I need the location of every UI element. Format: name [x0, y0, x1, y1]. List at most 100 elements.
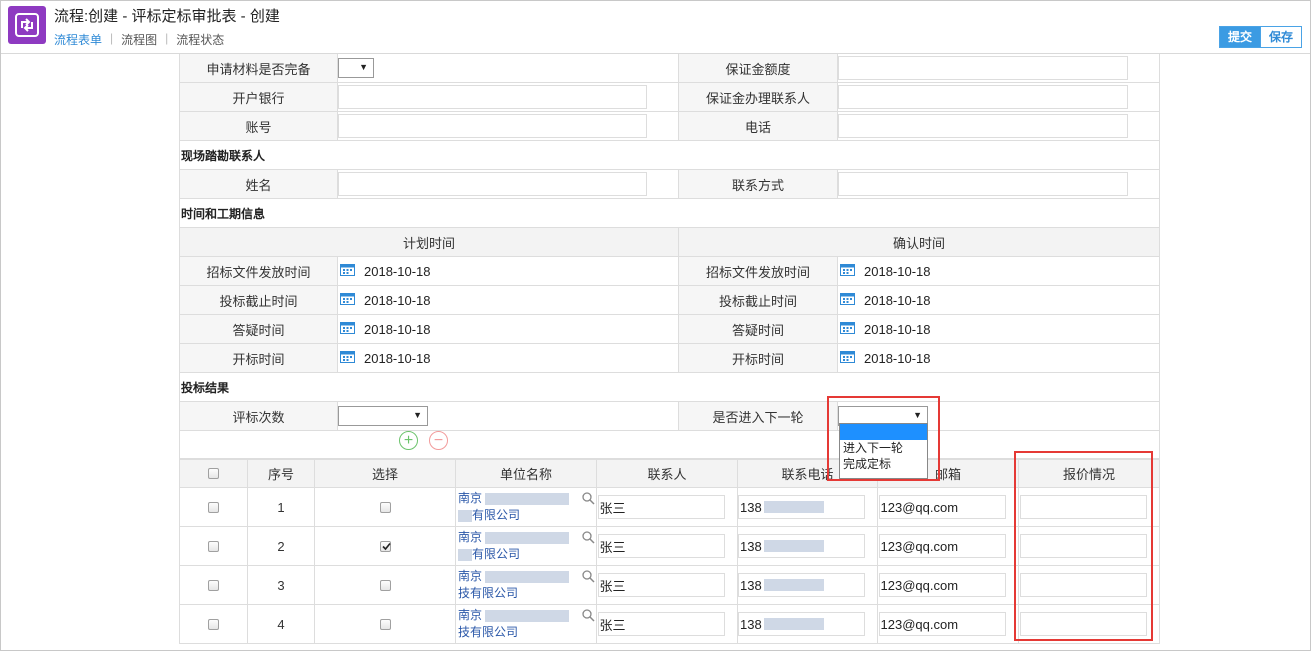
schedule-header-row: 计划时间 确认时间: [179, 228, 1160, 257]
schedule-row: 答疑时间 2018-10-18 答疑时间 2018-10-18: [179, 315, 1160, 344]
materials-label: 申请材料是否完备: [180, 54, 338, 82]
calendar-icon[interactable]: [338, 321, 364, 337]
column-header-unit: 单位名称: [499, 467, 552, 482]
unit-name-field[interactable]: 南京 技有限公司: [456, 566, 596, 604]
calendar-icon[interactable]: [338, 350, 364, 366]
table-row-cell: 138: [738, 605, 878, 644]
name-input[interactable]: [338, 172, 647, 196]
row-checkbox[interactable]: [208, 540, 219, 552]
confirmed-date-field[interactable]: 2018-10-18: [838, 257, 1159, 285]
table-row-cell: 南京 技有限公司: [456, 605, 597, 644]
planned-date-field[interactable]: 2018-10-18: [338, 286, 679, 314]
row-checkbox[interactable]: [208, 579, 219, 591]
materials-select[interactable]: ▼: [338, 58, 374, 78]
confirmed-date-field[interactable]: 2018-10-18: [838, 315, 1159, 343]
unit-name-field[interactable]: 南京 有限公司: [456, 527, 596, 565]
table-row-cell: 123@qq.com: [878, 488, 1019, 527]
deposit-amount-label: 保证金额度: [679, 54, 838, 82]
planned-date-field[interactable]: 2018-10-18: [338, 257, 679, 285]
grid-header-cell: [179, 459, 248, 488]
schedule-row: 开标时间 2018-10-18 开标时间 2018-10-18: [179, 344, 1160, 373]
contact-input[interactable]: 张三: [597, 495, 725, 519]
select-all-checkbox[interactable]: [208, 468, 219, 479]
email-input[interactable]: 123@qq.com: [878, 534, 1006, 558]
search-icon[interactable]: [582, 492, 595, 505]
email-input[interactable]: 123@qq.com: [878, 573, 1006, 597]
planned-time-header: 计划时间: [180, 228, 679, 256]
schedule-label: 投标截止时间: [679, 286, 838, 314]
rounds-select[interactable]: ▼: [338, 406, 428, 426]
column-header-no: 序号: [267, 467, 294, 482]
page-title: 流程:创建 - 评标定标审批表 - 创建: [54, 8, 280, 25]
table-row-cell: 138: [738, 566, 878, 605]
flow-tabs: 流程表单 | 流程图 | 流程状态: [54, 31, 225, 48]
unit-name-field[interactable]: 南京 技有限公司: [456, 605, 596, 643]
contact-input[interactable]: 张三: [597, 534, 725, 558]
section-site-contact: 现场踏勘联系人: [179, 141, 1160, 170]
form-row-account: 账号 电话: [179, 112, 1160, 141]
contact-input[interactable]: 张三: [597, 573, 725, 597]
calendar-icon[interactable]: [838, 292, 864, 308]
choose-checkbox[interactable]: [379, 501, 391, 513]
choose-checkbox[interactable]: [379, 579, 391, 591]
table-row-cell: [179, 527, 248, 566]
phone-label: 电话: [679, 112, 838, 140]
phone-input[interactable]: [838, 114, 1128, 138]
email-input[interactable]: 123@qq.com: [878, 495, 1006, 519]
search-icon[interactable]: [582, 609, 595, 622]
remove-row-icon[interactable]: −: [429, 431, 448, 450]
confirmed-date-field[interactable]: 2018-10-18: [838, 286, 1159, 314]
calendar-icon[interactable]: [838, 263, 864, 279]
add-row-icon[interactable]: +: [399, 431, 418, 450]
search-icon[interactable]: [582, 531, 595, 544]
schedule-label: 招标文件发放时间: [180, 257, 338, 285]
section-bid-result: 投标结果: [179, 373, 1160, 402]
phone-input[interactable]: 138: [738, 612, 865, 636]
grid-toolbar-row: [179, 431, 1160, 459]
table-row-cell: 123@qq.com: [878, 566, 1019, 605]
choose-checkbox[interactable]: [379, 540, 391, 552]
header-bar: 流程:创建 - 评标定标审批表 - 创建 流程表单 | 流程图 | 流程状态 提…: [1, 1, 1310, 54]
account-label: 账号: [180, 112, 338, 140]
phone-input[interactable]: 138: [738, 534, 865, 558]
table-row-cell: 张三: [597, 566, 738, 605]
tab-flow-chart[interactable]: 流程图: [121, 31, 157, 48]
grid-header-cell: 序号: [248, 459, 315, 488]
form-row-result: 评标次数 ▼ 是否进入下一轮 ▼: [179, 402, 1160, 431]
choose-checkbox[interactable]: [379, 618, 391, 630]
row-checkbox[interactable]: [208, 618, 219, 630]
deposit-contact-input[interactable]: [838, 85, 1128, 109]
account-input[interactable]: [338, 114, 647, 138]
confirmed-date-field[interactable]: 2018-10-18: [838, 344, 1159, 372]
calendar-icon[interactable]: [338, 263, 364, 279]
table-row-cell: [315, 488, 456, 527]
calendar-icon[interactable]: [338, 292, 364, 308]
bank-input[interactable]: [338, 85, 647, 109]
schedule-label: 招标文件发放时间: [679, 257, 838, 285]
unit-name-field[interactable]: 南京 有限公司: [456, 488, 596, 526]
planned-date-field[interactable]: 2018-10-18: [338, 344, 679, 372]
deposit-amount-input[interactable]: [838, 56, 1128, 80]
tab-flow-status[interactable]: 流程状态: [176, 31, 224, 48]
table-row-cell: 2: [248, 527, 315, 566]
form-row-materials: 申请材料是否完备 ▼ 保证金额度: [179, 54, 1160, 83]
chevron-down-icon: ▼: [413, 410, 422, 420]
planned-date-value: 2018-10-18: [364, 292, 431, 308]
highlight-dropdown: [827, 396, 940, 481]
phone-input[interactable]: 138: [738, 495, 865, 519]
planned-date-field[interactable]: 2018-10-18: [338, 315, 679, 343]
calendar-icon[interactable]: [838, 321, 864, 337]
table-row-cell: 123@qq.com: [878, 605, 1019, 644]
schedule-label: 答疑时间: [679, 315, 838, 343]
calendar-icon[interactable]: [838, 350, 864, 366]
submit-button[interactable]: 提交: [1218, 26, 1261, 48]
tab-flow-form[interactable]: 流程表单: [54, 31, 102, 48]
contact-input[interactable]: 张三: [597, 612, 725, 636]
contact-method-input[interactable]: [838, 172, 1128, 196]
row-checkbox[interactable]: [208, 501, 219, 513]
column-header-choose: 选择: [371, 467, 398, 482]
email-input[interactable]: 123@qq.com: [878, 612, 1006, 636]
search-icon[interactable]: [582, 570, 595, 583]
phone-input[interactable]: 138: [738, 573, 865, 597]
save-button[interactable]: 保存: [1260, 26, 1302, 48]
